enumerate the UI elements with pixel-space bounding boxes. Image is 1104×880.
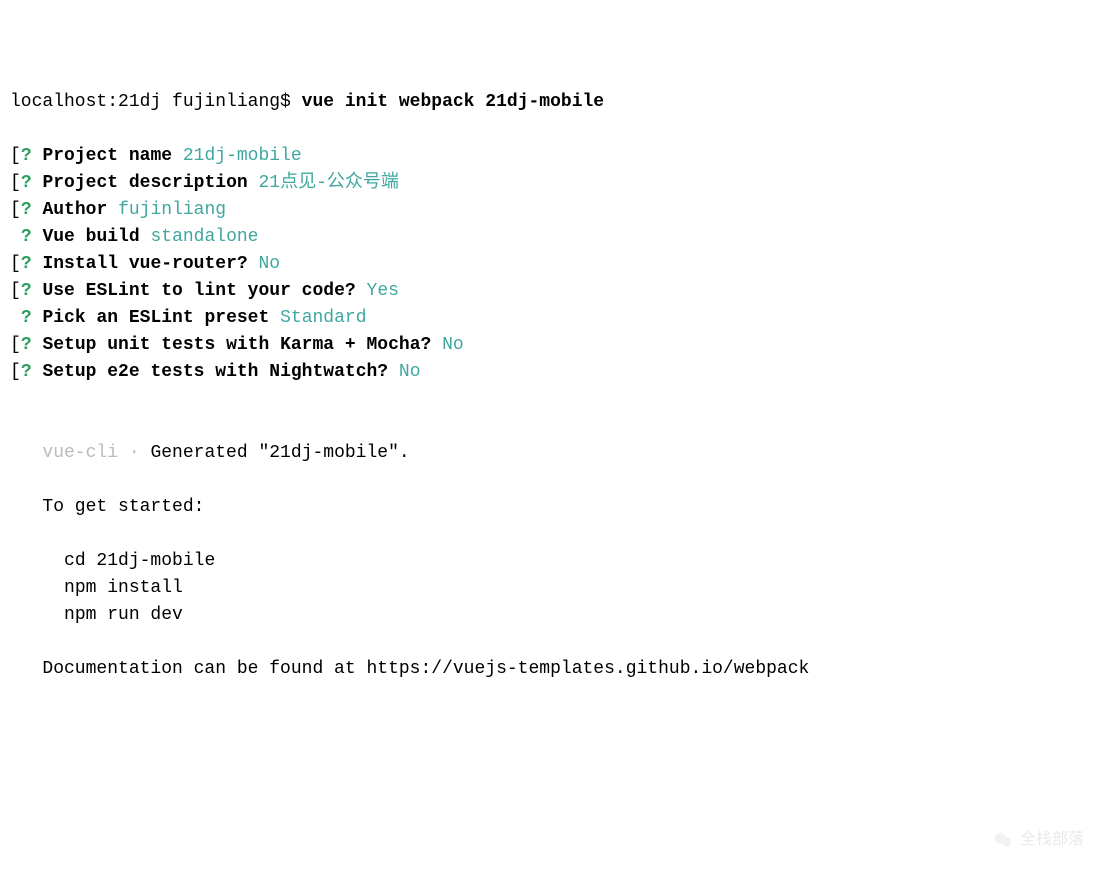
prompt-answer: 21dj-mobile xyxy=(183,146,302,166)
prompt-label: Vue build xyxy=(42,227,139,247)
prompt-bracket: [ xyxy=(10,281,21,301)
question-mark-icon: ? xyxy=(21,308,32,328)
prompt-bracket: [ xyxy=(10,335,21,355)
prompt-label: Install vue-router? xyxy=(42,254,247,274)
question-mark-icon: ? xyxy=(21,200,32,220)
prompt-label: Project description xyxy=(42,173,247,193)
prompt-answer: fujinliang xyxy=(118,200,226,220)
prompt-bracket: [ xyxy=(10,200,21,220)
prompt-bracket: [ xyxy=(10,362,21,382)
prompt-answer: Yes xyxy=(367,281,399,301)
get-started-header: To get started: xyxy=(42,497,204,517)
prompts-block: [? Project name 21dj-mobile [? Project d… xyxy=(10,143,1094,386)
question-mark-icon: ? xyxy=(21,173,32,193)
prompt-label: Pick an ESLint preset xyxy=(42,308,269,328)
prompt-bracket xyxy=(10,227,21,247)
dot: · xyxy=(118,443,150,463)
question-mark-icon: ? xyxy=(21,227,32,247)
command: vue init webpack 21dj-mobile xyxy=(302,92,604,112)
terminal-output: localhost:21dj fujinliang$ vue init webp… xyxy=(10,89,1094,683)
question-mark-icon: ? xyxy=(21,281,32,301)
cmd-line: npm run dev xyxy=(64,605,183,625)
watermark-text: 全栈部落 xyxy=(1020,828,1084,852)
prompt-label: Author xyxy=(42,200,107,220)
prompt-bracket xyxy=(10,308,21,328)
cmd-line: npm install xyxy=(64,578,183,598)
shell-prompt: localhost:21dj fujinliang$ xyxy=(10,92,302,112)
prompt-answer: 21点见-公众号端 xyxy=(258,173,398,193)
wechat-icon xyxy=(992,829,1014,851)
question-mark-icon: ? xyxy=(21,254,32,274)
docs-line: Documentation can be found at https://vu… xyxy=(42,659,809,679)
prompt-label: Project name xyxy=(42,146,172,166)
question-mark-icon: ? xyxy=(21,362,32,382)
prompt-answer: Standard xyxy=(280,308,366,328)
prompt-answer: No xyxy=(442,335,464,355)
prompt-bracket: [ xyxy=(10,146,21,166)
prompt-answer: standalone xyxy=(150,227,258,247)
prompt-answer: No xyxy=(399,362,421,382)
cli-name: vue-cli xyxy=(42,443,118,463)
generated-msg: Generated "21dj-mobile". xyxy=(150,443,409,463)
watermark: 全栈部落 xyxy=(992,828,1084,852)
prompt-bracket: [ xyxy=(10,254,21,274)
cmd-line: cd 21dj-mobile xyxy=(64,551,215,571)
question-mark-icon: ? xyxy=(21,335,32,355)
prompt-answer: No xyxy=(258,254,280,274)
question-mark-icon: ? xyxy=(21,146,32,166)
prompt-label: Use ESLint to lint your code? xyxy=(42,281,355,301)
prompt-label: Setup e2e tests with Nightwatch? xyxy=(42,362,388,382)
prompt-label: Setup unit tests with Karma + Mocha? xyxy=(42,335,431,355)
prompt-bracket: [ xyxy=(10,173,21,193)
